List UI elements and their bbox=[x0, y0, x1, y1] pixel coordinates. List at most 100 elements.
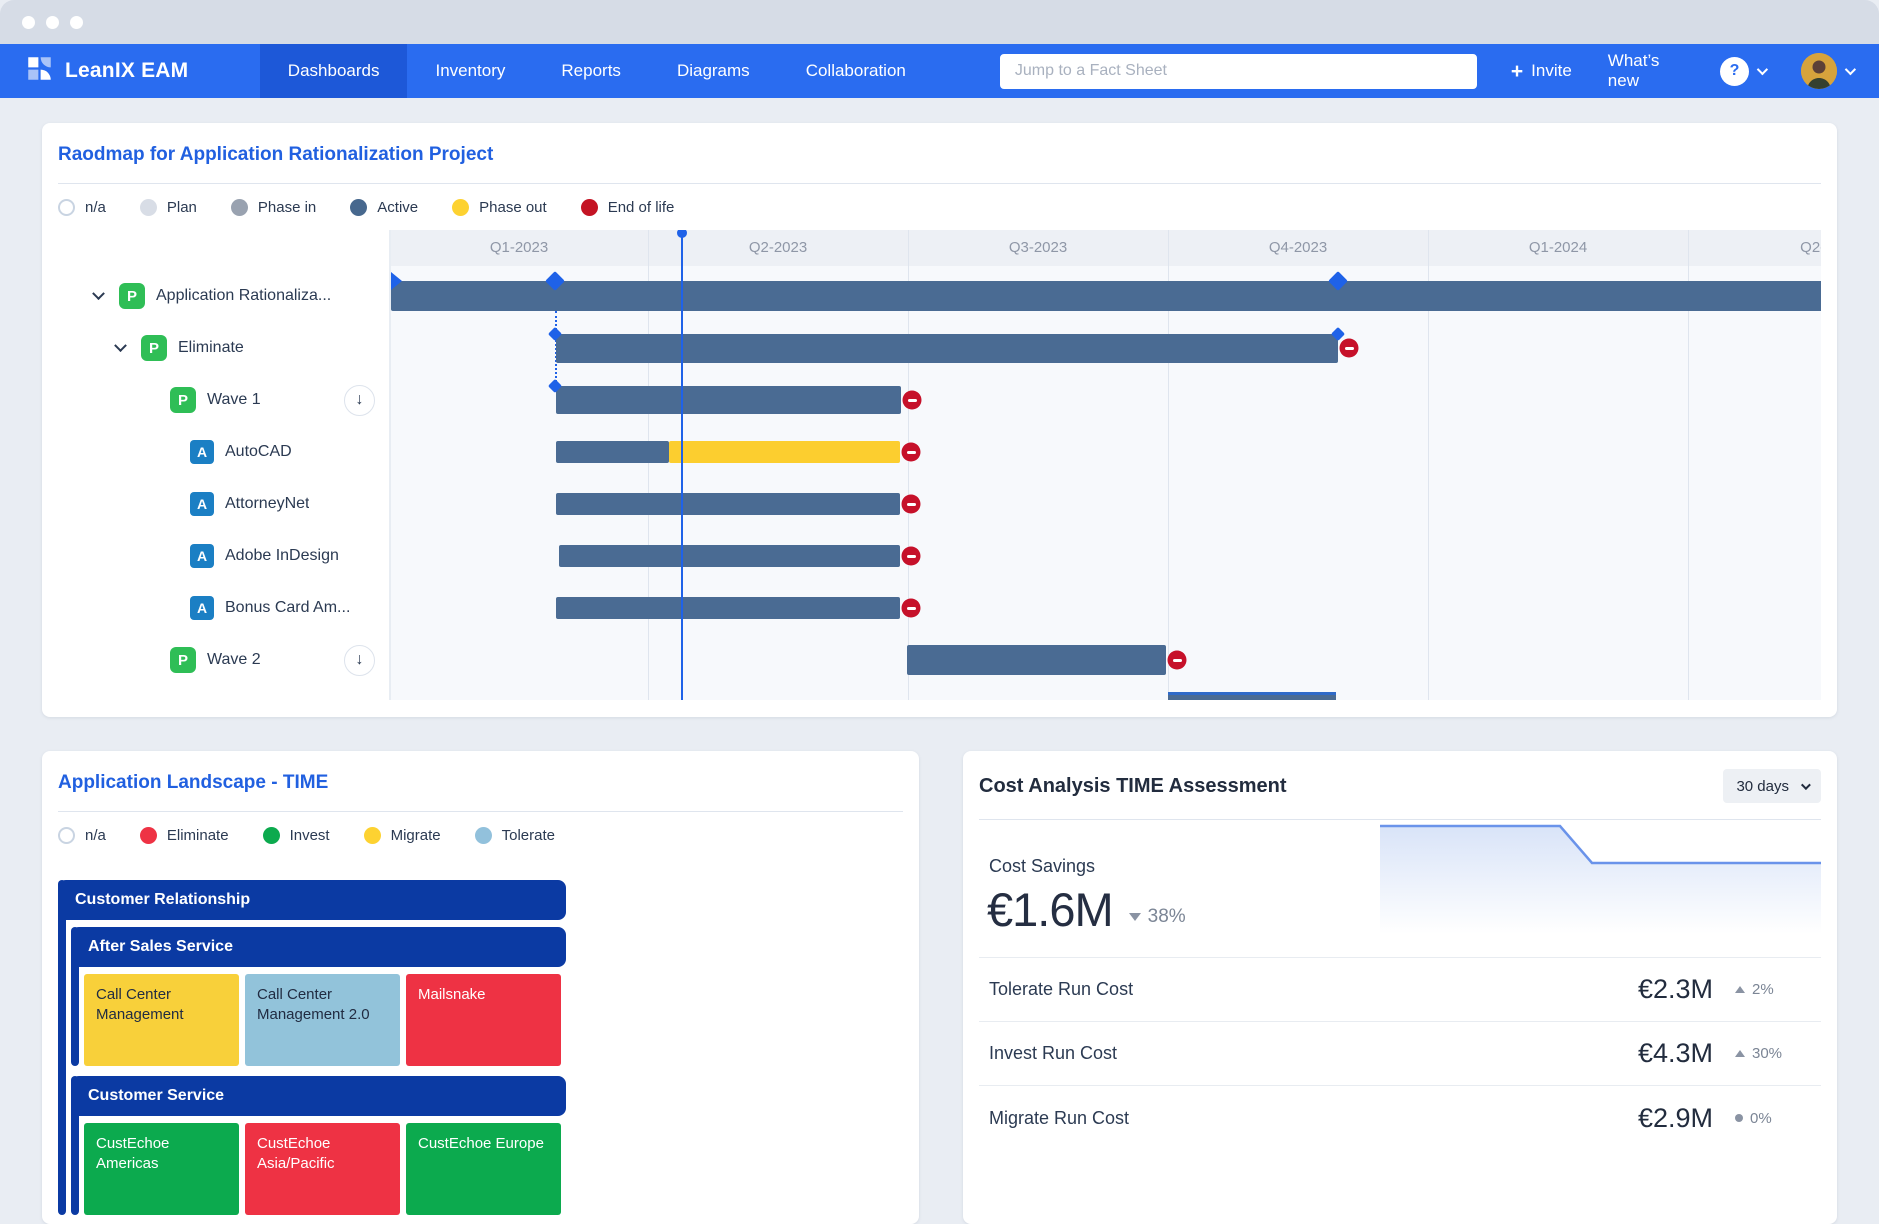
chevron-down-icon[interactable] bbox=[114, 339, 127, 352]
gantt-bar[interactable] bbox=[556, 441, 669, 463]
tree-label: AutoCAD bbox=[225, 443, 292, 461]
brand-title: LeanIX EAM bbox=[65, 59, 188, 83]
timeline-quarter: Q1-2023 bbox=[490, 239, 548, 256]
gantt-bar[interactable] bbox=[556, 334, 1338, 363]
cost-row-delta: 2% bbox=[1735, 981, 1821, 998]
application-icon: A bbox=[190, 440, 214, 464]
window-control-dot[interactable] bbox=[70, 16, 83, 29]
tab-inventory[interactable]: Inventory bbox=[407, 44, 533, 98]
end-of-life-icon[interactable] bbox=[902, 599, 921, 618]
legend-label: Eliminate bbox=[167, 827, 229, 844]
legend-dot-icon bbox=[364, 827, 381, 844]
landscape-groups: Customer Relationship After Sales Service… bbox=[58, 880, 903, 1215]
cost-row-label: Migrate Run Cost bbox=[989, 1108, 1129, 1129]
gantt-row-bonus-card-am bbox=[391, 582, 1821, 634]
landscape-panel: Application Landscape - TIME n/aEliminat… bbox=[42, 751, 919, 1224]
end-of-life-icon[interactable] bbox=[1340, 339, 1359, 358]
project-icon: P bbox=[141, 335, 167, 361]
cost-row-delta-value: 0% bbox=[1750, 1110, 1772, 1127]
today-line bbox=[681, 230, 683, 700]
application-card-custechoe-europe[interactable]: CustEchoe Europe bbox=[406, 1123, 561, 1215]
user-menu[interactable] bbox=[1801, 53, 1853, 89]
help-menu[interactable]: ? bbox=[1720, 57, 1765, 86]
avatar bbox=[1801, 53, 1837, 89]
chevron-down-icon bbox=[1757, 64, 1768, 75]
end-of-life-icon[interactable] bbox=[902, 547, 921, 566]
gantt-bar[interactable] bbox=[556, 597, 900, 619]
application-card-call-center-management-2-0[interactable]: Call Center Management 2.0 bbox=[245, 974, 400, 1066]
invite-button[interactable]: + Invite bbox=[1511, 61, 1572, 82]
tree-row-application-rationaliza[interactable]: PApplication Rationaliza... bbox=[58, 270, 389, 322]
tree-row-bonus-card-am[interactable]: ABonus Card Am... bbox=[58, 582, 389, 634]
gantt-bar[interactable] bbox=[391, 281, 1821, 311]
cost-row-right: €2.9M0% bbox=[1638, 1103, 1821, 1134]
application-card-custechoe-asia-pacific[interactable]: CustEchoe Asia/Pacific bbox=[245, 1123, 400, 1215]
group-header[interactable]: Customer Relationship bbox=[58, 880, 566, 920]
legend-dot-icon bbox=[475, 827, 492, 844]
trend-up-icon bbox=[1735, 1050, 1745, 1057]
cost-row-migrate-run-cost: Migrate Run Cost €2.9M0% bbox=[979, 1086, 1821, 1150]
tree-label: Eliminate bbox=[178, 339, 244, 357]
milestone-start-icon[interactable] bbox=[391, 272, 402, 290]
whats-new-button[interactable]: What’s new bbox=[1608, 51, 1684, 91]
application-card-custechoe-americas[interactable]: CustEchoe Americas bbox=[84, 1123, 239, 1215]
gantt-bar[interactable] bbox=[669, 441, 900, 463]
search-input[interactable] bbox=[1000, 54, 1477, 89]
brand[interactable]: LeanIX EAM bbox=[0, 55, 260, 87]
top-navigation: LeanIX EAM DashboardsInventoryReportsDia… bbox=[0, 44, 1879, 98]
tree-row-attorneynet[interactable]: AAttorneyNet bbox=[58, 478, 389, 530]
application-card-call-center-management[interactable]: Call Center Management bbox=[84, 974, 239, 1066]
timeline-header: Q1-2023Q2-2023Q3-2023Q4-2023Q1-2024Q2-20 bbox=[391, 230, 1821, 266]
gantt-bar[interactable] bbox=[559, 545, 900, 567]
period-value: 30 days bbox=[1736, 778, 1789, 795]
legend-active: Active bbox=[350, 199, 418, 216]
timeline-quarter: Q3-2023 bbox=[1009, 239, 1067, 256]
lower-panels: Application Landscape - TIME n/aEliminat… bbox=[42, 751, 1837, 1224]
landscape-legend: n/aEliminateInvestMigrateTolerate bbox=[58, 812, 903, 858]
landscape-subgroup-after-sales-service: After Sales Service Call Center Managemen… bbox=[71, 927, 566, 1066]
tab-diagrams[interactable]: Diagrams bbox=[649, 44, 778, 98]
sort-button[interactable]: ↓ bbox=[344, 645, 375, 676]
legend-plan: Plan bbox=[140, 199, 197, 216]
cost-row-tolerate-run-cost: Tolerate Run Cost€2.3M2% bbox=[979, 958, 1821, 1022]
tree-row-wave-2[interactable]: PWave 2↓ bbox=[58, 634, 389, 686]
window-control-dot[interactable] bbox=[46, 16, 59, 29]
cost-savings-delta-value: 38% bbox=[1148, 906, 1186, 928]
tab-collaboration[interactable]: Collaboration bbox=[778, 44, 934, 98]
end-of-life-icon[interactable] bbox=[903, 391, 922, 410]
subgroup-header[interactable]: Customer Service bbox=[71, 1076, 566, 1116]
tree-row-autocad[interactable]: A AutoCAD bbox=[58, 426, 389, 478]
gantt-bar[interactable] bbox=[556, 386, 901, 414]
tree-label: Adobe InDesign bbox=[225, 547, 339, 565]
gantt-bar[interactable] bbox=[907, 645, 1166, 675]
gantt-row-attorneynet bbox=[391, 478, 1821, 530]
legend-invest: Invest bbox=[263, 827, 330, 844]
group-left-strip bbox=[58, 880, 66, 1215]
tree-row-wave-1[interactable]: PWave 1↓ bbox=[58, 374, 389, 426]
legend-dot-icon bbox=[350, 199, 367, 216]
tree-row-adobe-indesign[interactable]: AAdobe InDesign bbox=[58, 530, 389, 582]
subgroup-header[interactable]: After Sales Service bbox=[71, 927, 566, 967]
cost-header: Cost Analysis TIME Assessment 30 days bbox=[979, 751, 1821, 820]
period-select[interactable]: 30 days bbox=[1723, 769, 1821, 803]
window-titlebar bbox=[0, 0, 1879, 44]
end-of-life-icon[interactable] bbox=[1168, 651, 1187, 670]
application-card-mailsnake[interactable]: Mailsnake bbox=[406, 974, 561, 1066]
tab-reports[interactable]: Reports bbox=[533, 44, 649, 98]
landscape-title[interactable]: Application Landscape - TIME bbox=[58, 751, 903, 794]
roadmap-title[interactable]: Raodmap for Application Rationalization … bbox=[58, 123, 1821, 166]
nav-right: + Invite What’s new ? bbox=[1511, 51, 1879, 91]
end-of-life-icon[interactable] bbox=[902, 495, 921, 514]
chevron-down-icon[interactable] bbox=[92, 287, 105, 300]
tree-row-eliminate[interactable]: P Eliminate bbox=[58, 322, 389, 374]
cost-row-delta: 0% bbox=[1735, 1110, 1821, 1127]
sort-button[interactable]: ↓ bbox=[344, 385, 375, 416]
window-control-dot[interactable] bbox=[22, 16, 35, 29]
gantt-bar[interactable] bbox=[556, 493, 900, 515]
end-of-life-icon[interactable] bbox=[902, 443, 921, 462]
trend-up-icon bbox=[1735, 986, 1745, 993]
legend-label: Active bbox=[377, 199, 418, 216]
tab-dashboards[interactable]: Dashboards bbox=[260, 44, 408, 98]
timeline-quarter: Q2-20 bbox=[1800, 239, 1821, 256]
landscape-group-customer-relationship: Customer Relationship After Sales Service… bbox=[58, 880, 566, 1215]
